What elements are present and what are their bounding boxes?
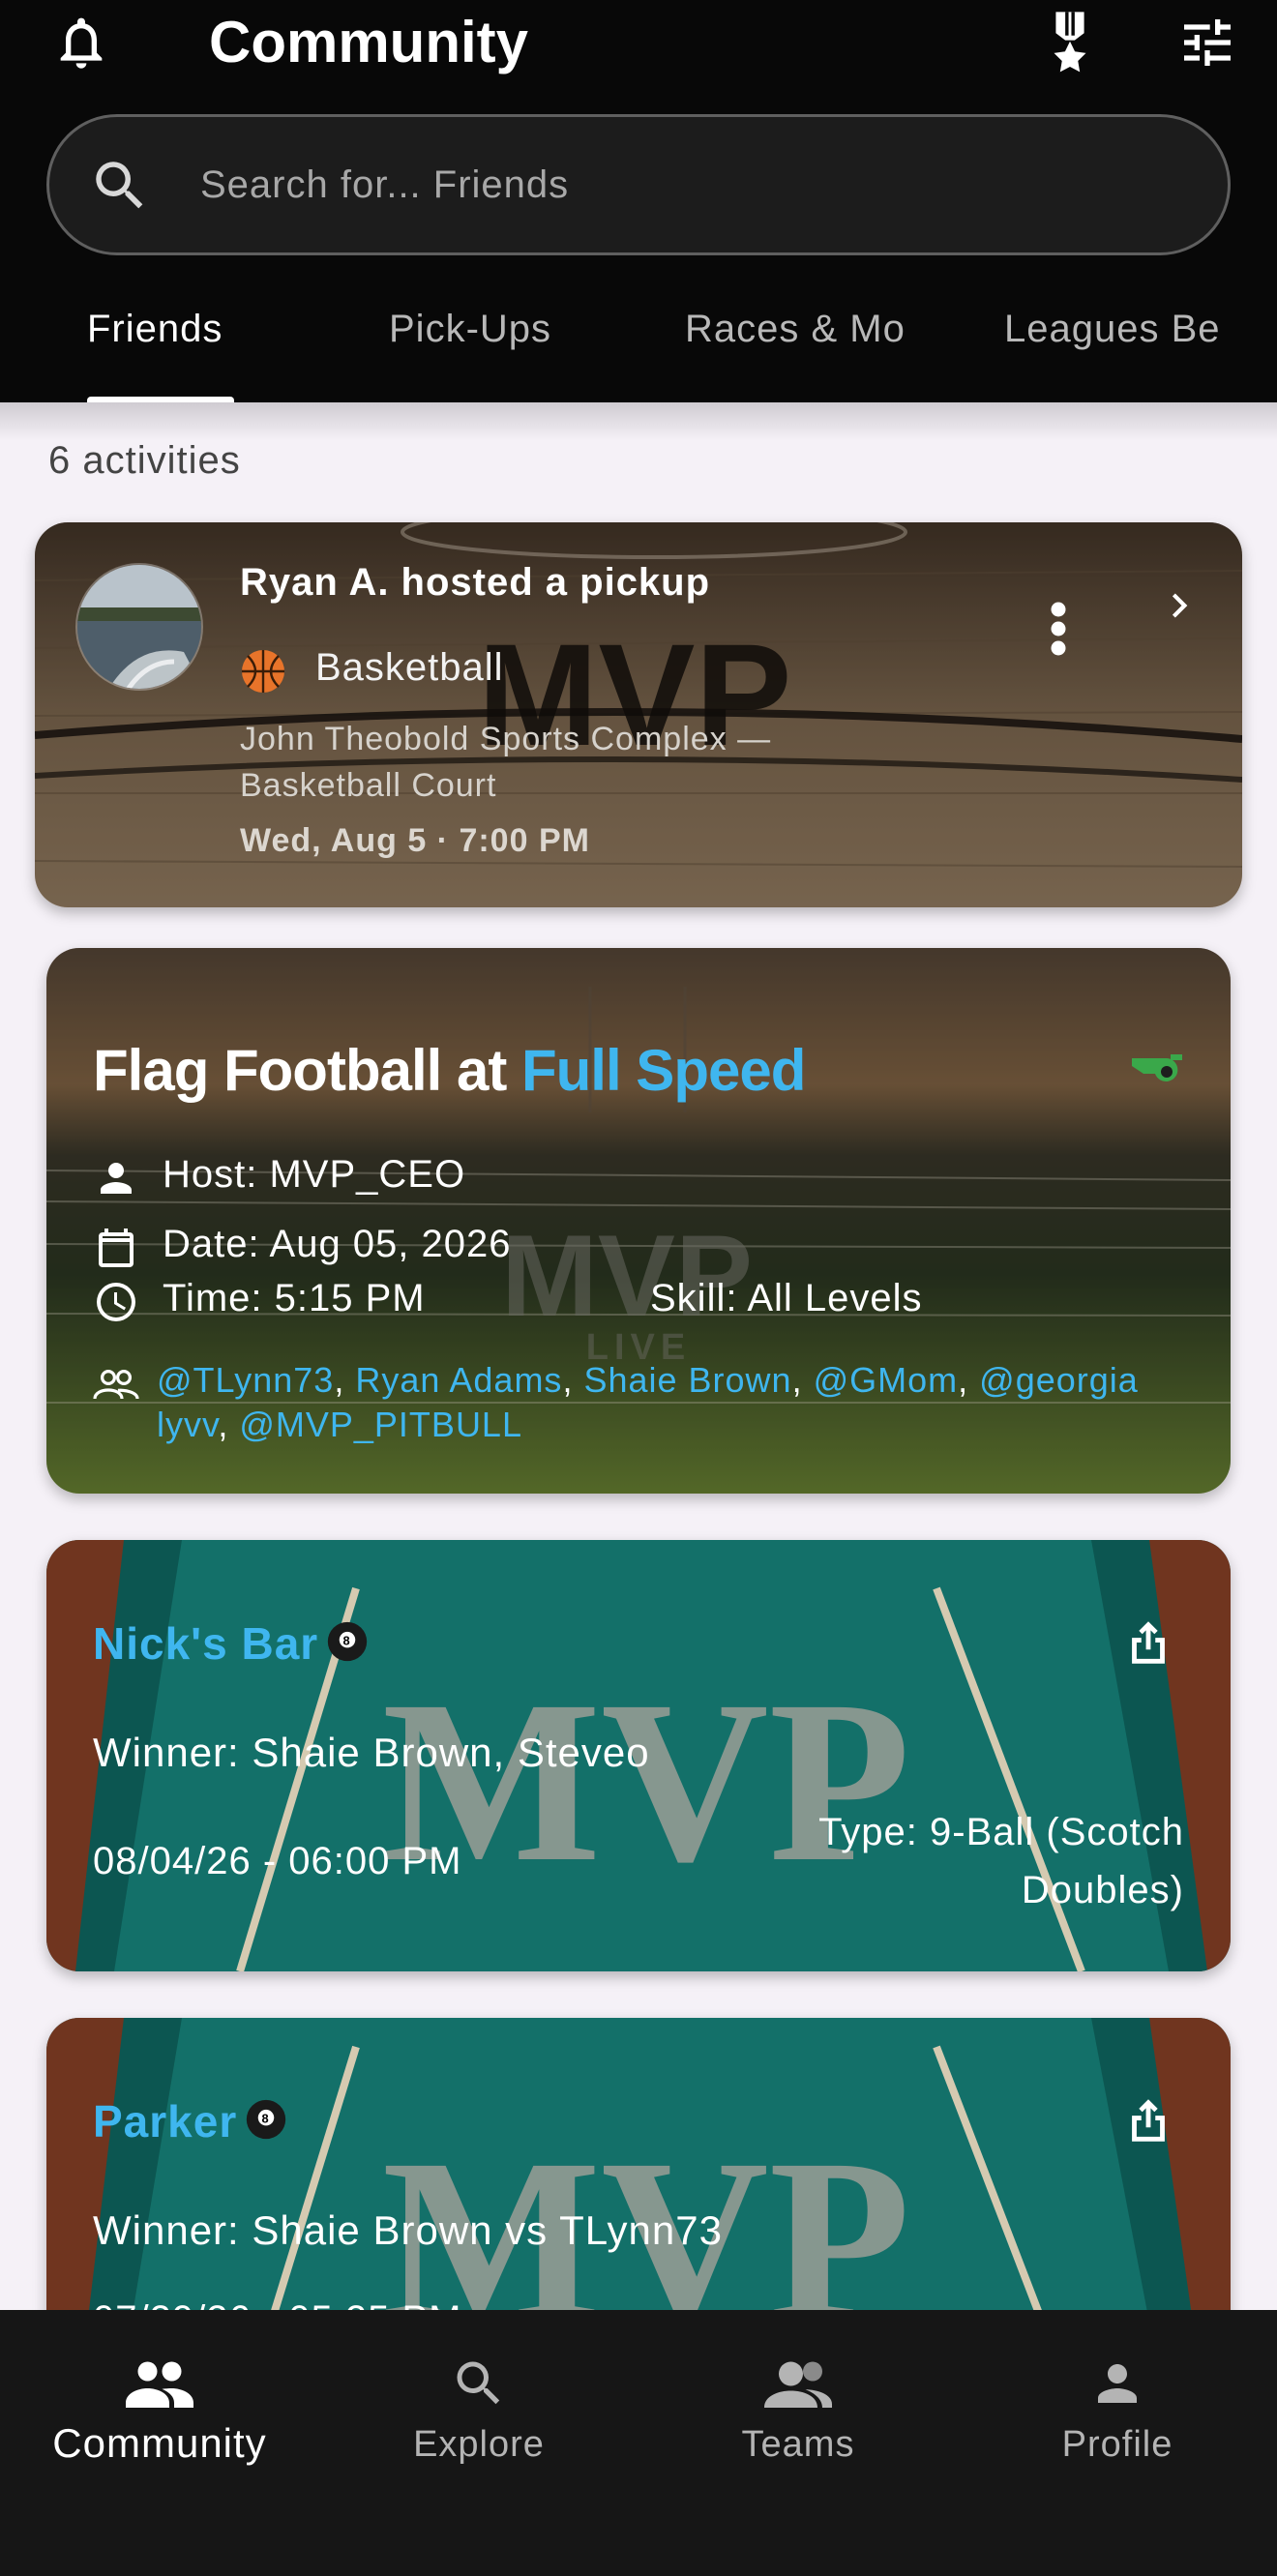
- match-winner: Winner: Shaie Brown, Steveo: [93, 1730, 650, 1775]
- participant-link[interactable]: @TLynn73: [157, 1360, 334, 1400]
- venue-label: Parker: [93, 2096, 238, 2147]
- match-type: Type: 9-Ball (Scotch Doubles): [818, 1811, 1184, 1911]
- separator: ,: [334, 1360, 356, 1400]
- tab-pick-ups[interactable]: Pick-Ups: [389, 308, 551, 351]
- event-skill: Skill: All Levels: [650, 1277, 923, 1319]
- bell-icon[interactable]: [50, 12, 112, 74]
- venue-name[interactable]: Nick's Bar 8: [93, 1617, 369, 1670]
- medal-icon[interactable]: [1041, 10, 1099, 75]
- participant-list: @TLynn73, Ryan Adams, Shaie Brown, @GMom…: [157, 1358, 1163, 1447]
- pickup-title: Ryan A. hosted a pickup: [240, 561, 711, 604]
- pool-match-card[interactable]: MVP Nick's Bar 8 Winner: Shaie Brown, Ste…: [46, 1540, 1231, 1971]
- participant-link[interactable]: @GMom: [814, 1360, 959, 1400]
- header-shadow: [0, 402, 1277, 441]
- chevron-right-icon[interactable]: [1155, 577, 1203, 635]
- group-icon: [93, 1369, 139, 1400]
- search-bar[interactable]: [46, 114, 1231, 255]
- tab-races[interactable]: Races & Mo: [685, 308, 906, 351]
- host-avatar[interactable]: [75, 563, 203, 691]
- svg-text:8: 8: [343, 1634, 352, 1648]
- nav-teams[interactable]: Teams: [638, 2310, 958, 2503]
- calendar-icon: [99, 1229, 134, 1267]
- nav-community[interactable]: Community: [0, 2310, 319, 2503]
- pickup-location: John Theobold Sports Complex — Basketbal…: [240, 721, 772, 804]
- separator: ,: [958, 1360, 980, 1400]
- separator: ,: [791, 1360, 814, 1400]
- activity-count: 6 activities: [48, 439, 241, 482]
- more-options-icon[interactable]: [1047, 600, 1070, 658]
- share-icon[interactable]: [1120, 1614, 1176, 1672]
- tab-leagues[interactable]: Leagues Be: [1004, 308, 1221, 351]
- nav-label: Community: [52, 2420, 267, 2466]
- whistle-icon: [1132, 1054, 1182, 1081]
- people-icon: [126, 2361, 193, 2408]
- pickup-activity-card[interactable]: MVP Ryan A. hosted a pickup Basketball J…: [35, 522, 1242, 907]
- teams-icon: [764, 2361, 832, 2408]
- nav-profile[interactable]: Profile: [958, 2310, 1277, 2503]
- bottom-navigation: Community Explore Teams Profile: [0, 2310, 1277, 2576]
- search-icon: [457, 2361, 500, 2405]
- participant-link[interactable]: @MVP_PITBULL: [239, 1405, 522, 1444]
- search-icon: [96, 162, 143, 209]
- match-datetime: 08/04/26 - 06:00 PM: [93, 1840, 462, 1882]
- eight-ball-icon: 8: [328, 1621, 368, 1662]
- nav-label: Teams: [741, 2424, 855, 2465]
- basketball-icon: [242, 650, 284, 693]
- app-header: Community Friends Pick-Ups Races & Mo Le…: [0, 0, 1277, 402]
- person-icon: [101, 1163, 132, 1194]
- participant-link[interactable]: Shaie Brown: [583, 1360, 791, 1400]
- search-input[interactable]: [200, 146, 1168, 223]
- match-winner: Winner: Shaie Brown vs TLynn73: [93, 2207, 723, 2253]
- separator: ,: [562, 1360, 584, 1400]
- nav-label: Explore: [413, 2424, 545, 2465]
- venue-name[interactable]: Parker 8: [93, 2095, 287, 2147]
- event-host: Host: MVP_CEO: [163, 1153, 466, 1196]
- event-date: Date: Aug 05, 2026: [163, 1223, 512, 1265]
- tab-bar: Friends Pick-Ups Races & Mo Leagues Be: [0, 290, 1277, 402]
- svg-text:8: 8: [262, 2112, 271, 2126]
- filter-settings-icon[interactable]: [1176, 12, 1238, 74]
- tab-friends[interactable]: Friends: [87, 308, 223, 351]
- event-title-prefix: Flag Football at: [93, 1038, 521, 1103]
- pickup-datetime: Wed, Aug 5 · 7:00 PM: [240, 822, 590, 859]
- venue-label: Nick's Bar: [93, 1618, 319, 1669]
- clock-icon: [97, 1283, 135, 1321]
- person-icon: [1098, 2364, 1137, 2403]
- eight-ball-icon: 8: [247, 2099, 286, 2140]
- page-title: Community: [209, 10, 528, 74]
- nav-label: Profile: [1061, 2424, 1173, 2465]
- nav-explore[interactable]: Explore: [319, 2310, 638, 2503]
- event-time: Time: 5:15 PM: [163, 1277, 426, 1319]
- participant-link[interactable]: Ryan Adams: [355, 1360, 562, 1400]
- event-title: Flag Football at Full Speed: [93, 1037, 806, 1104]
- sport-name: Basketball: [315, 646, 504, 689]
- event-card[interactable]: MVP LIVE Flag Football at Full Speed Hos…: [46, 948, 1231, 1494]
- share-icon[interactable]: [1120, 2091, 1176, 2149]
- event-title-accent: Full Speed: [521, 1038, 806, 1103]
- separator: ,: [218, 1405, 240, 1444]
